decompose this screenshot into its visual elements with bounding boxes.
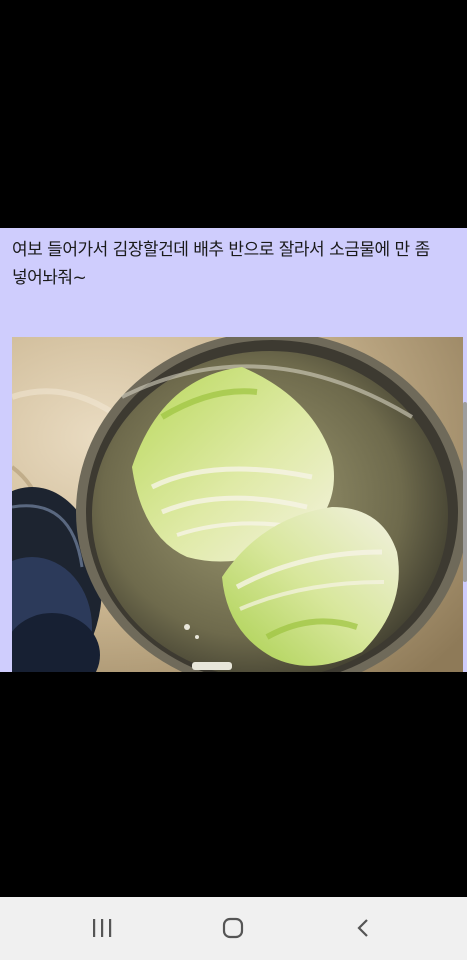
android-navigation-bar xyxy=(0,897,467,960)
recents-button[interactable] xyxy=(79,907,125,949)
home-icon xyxy=(222,917,244,939)
back-icon xyxy=(357,919,368,937)
cabbage-photo-illustration xyxy=(12,337,463,672)
cabbage-photo xyxy=(12,337,463,672)
back-button[interactable] xyxy=(340,907,386,949)
recents-icon xyxy=(93,919,112,937)
post-image[interactable]: 여보 들어가서 김장할건데 배추 반으로 잘라서 소금물에 만 좀 넣어놔줘~ xyxy=(0,228,467,672)
image-viewer: 여보 들어가서 김장할건데 배추 반으로 잘라서 소금물에 만 좀 넣어놔줘~ xyxy=(0,0,467,897)
scrollbar-thumb[interactable] xyxy=(463,402,467,582)
home-button[interactable] xyxy=(210,907,256,949)
post-caption: 여보 들어가서 김장할건데 배추 반으로 잘라서 소금물에 만 좀 넣어놔줘~ xyxy=(12,240,430,288)
